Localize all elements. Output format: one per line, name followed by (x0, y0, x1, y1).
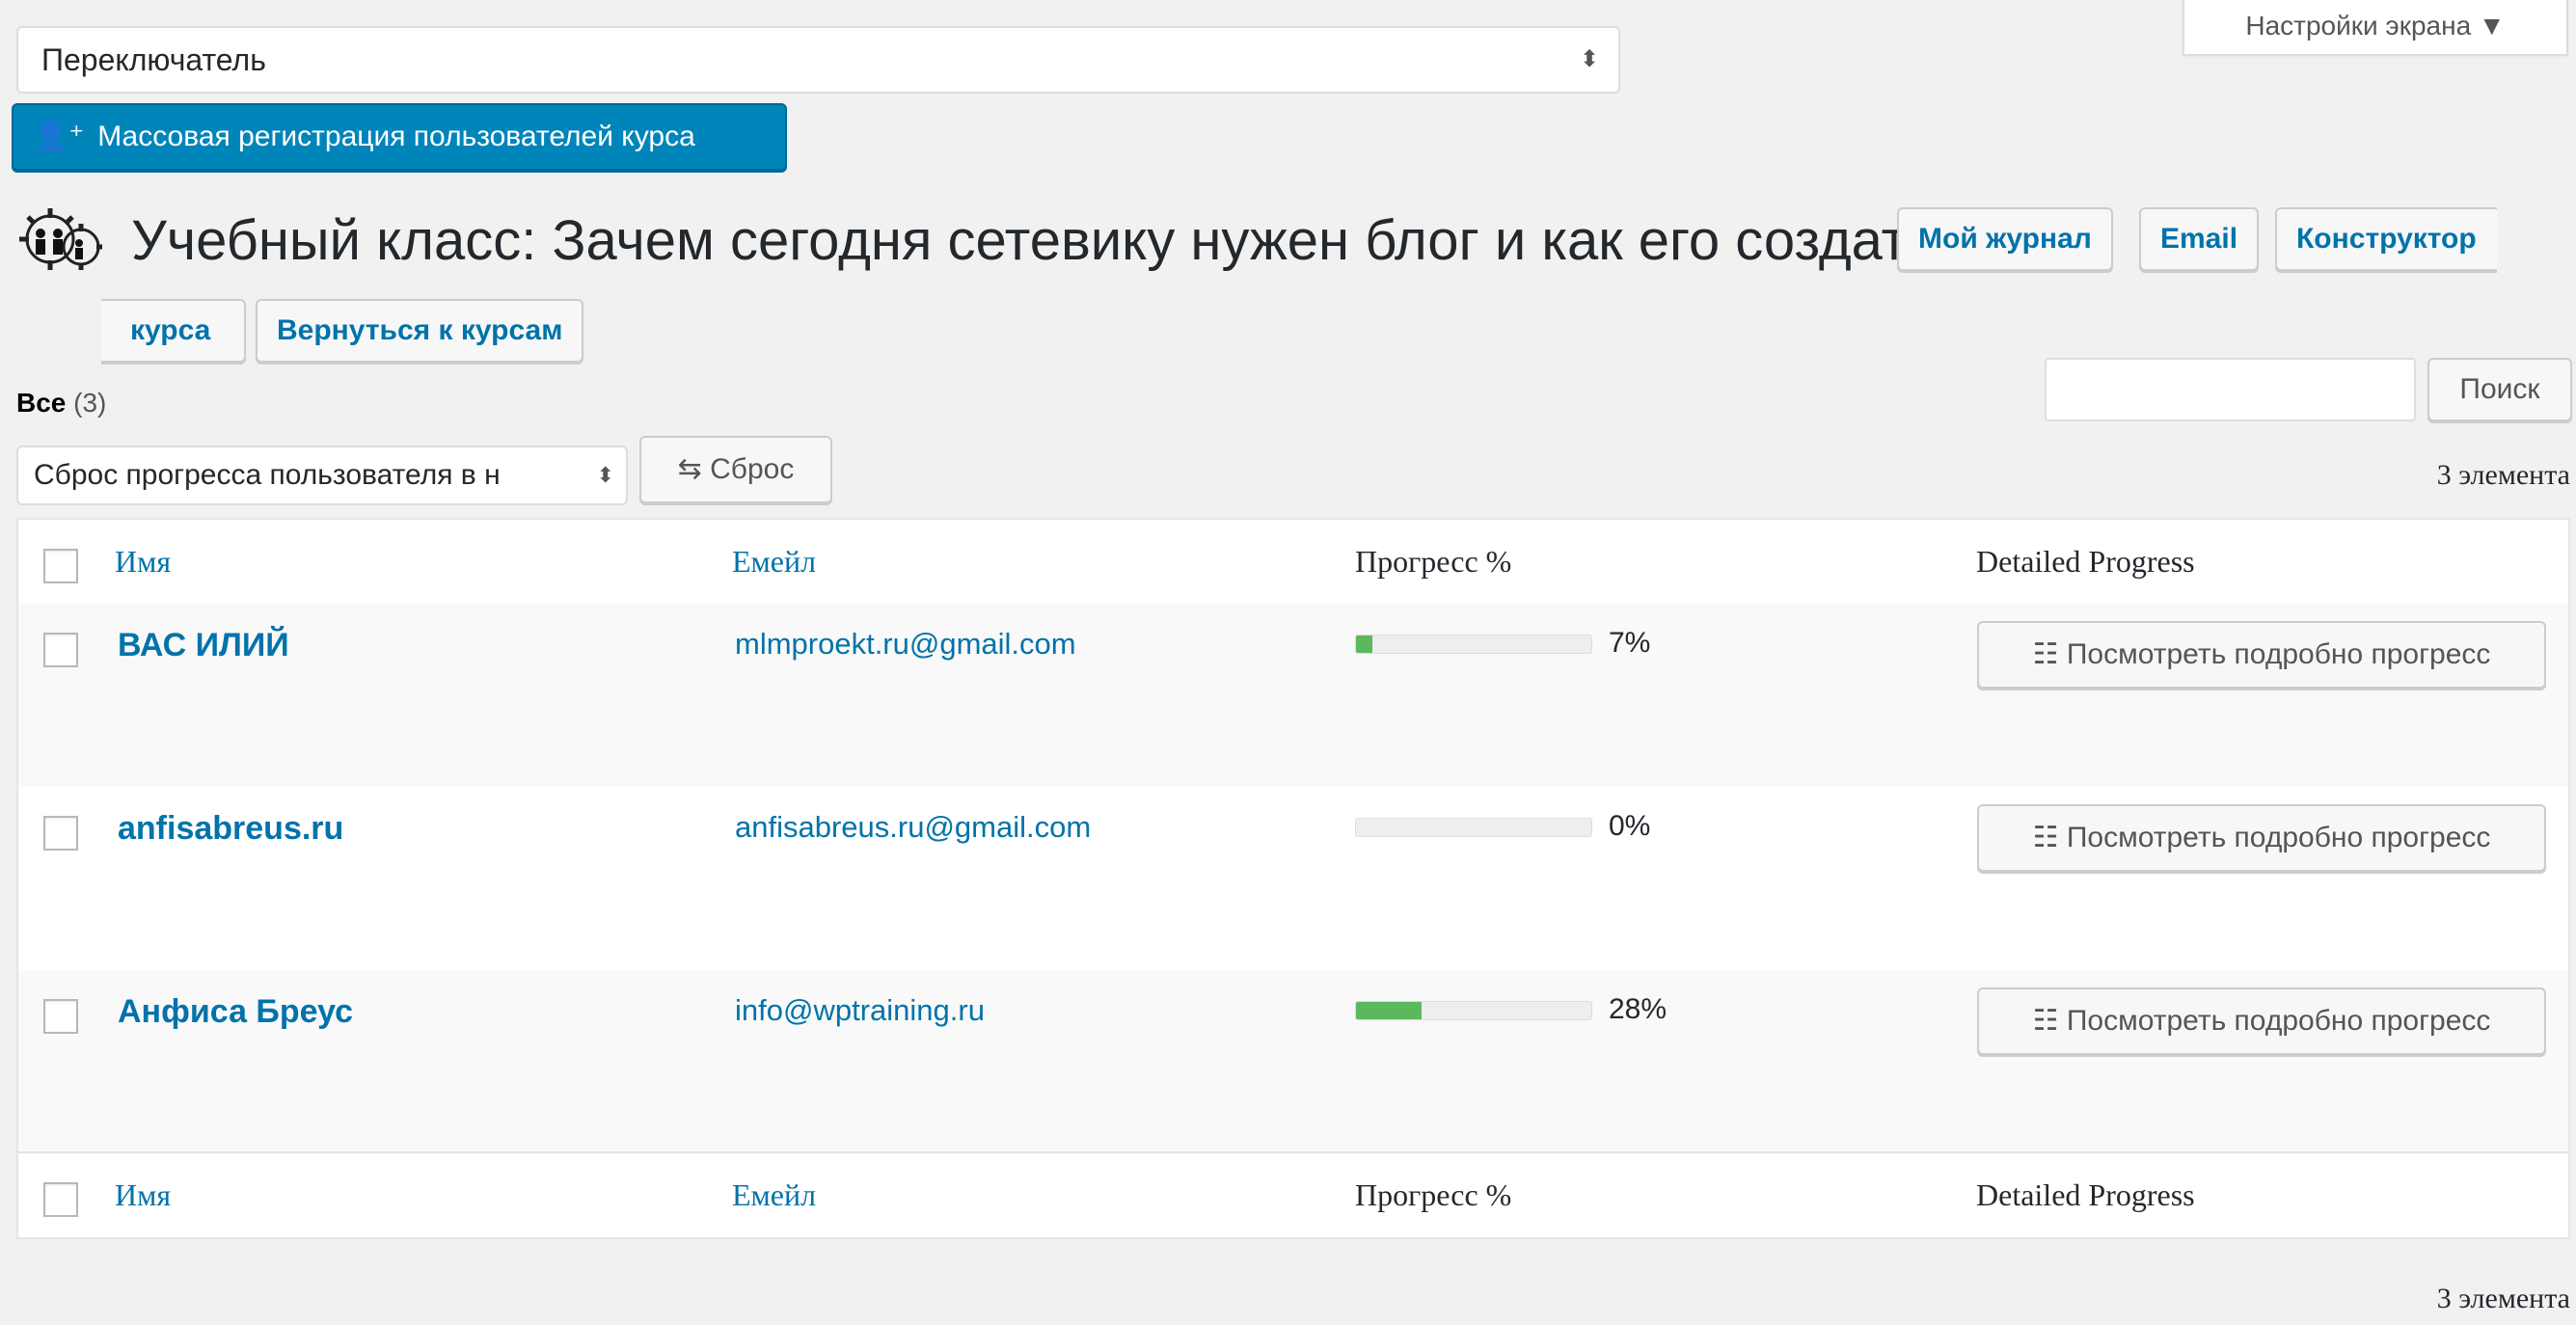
back-to-courses-button[interactable]: Вернуться к курсам (256, 299, 584, 363)
column-email[interactable]: Емейл (732, 520, 816, 604)
user-name-link[interactable]: ВАС ИЛИЙ (118, 627, 289, 664)
user-email-link[interactable]: info@wptraining.ru (735, 993, 985, 1028)
switcher-value: Переключатель (41, 42, 266, 77)
progress-bar (1355, 635, 1592, 654)
add-user-icon: 👤⁺ (33, 121, 85, 152)
my-journal-button[interactable]: Мой журнал (1897, 207, 2113, 271)
bulk-action-value: Сброс прогресса пользователя в н (34, 459, 501, 491)
users-table: Имя Емейл Прогресс % Detailed Progress В… (16, 518, 2570, 1239)
screen-options-button[interactable]: Настройки экрана ▼ (2183, 0, 2568, 56)
bulk-register-label: Массовая регистрация пользователей курса (97, 121, 695, 152)
checklist-icon: ☷ (2032, 1005, 2059, 1037)
email-button[interactable]: Email (2139, 207, 2260, 271)
course-builder-button-cont[interactable]: курса (101, 299, 246, 363)
column-name[interactable]: Имя (115, 520, 171, 604)
user-name-link[interactable]: Анфиса Бреус (118, 993, 353, 1031)
page-title: Учебный класс: Зачем сегодня сетевику ну… (131, 209, 1952, 272)
view-detailed-progress-button[interactable]: ☷ Посмотреть подробно прогресс (1977, 987, 2546, 1055)
column-name-footer[interactable]: Имя (115, 1153, 171, 1237)
table-footer-row: Имя Емейл Прогресс % Detailed Progress (18, 1151, 2568, 1237)
checklist-icon: ☷ (2032, 638, 2059, 670)
select-arrows-icon: ⬍ (1579, 46, 1599, 72)
view-detailed-progress-button[interactable]: ☷ Посмотреть подробно прогресс (1977, 621, 2546, 689)
column-progress-footer: Прогресс % (1355, 1177, 1512, 1212)
user-name-link[interactable]: anfisabreus.ru (118, 810, 343, 848)
row-checkbox[interactable] (43, 816, 78, 851)
table-row: anfisabreus.ru anfisabreus.ru@gmail.com … (18, 787, 2568, 970)
select-all-checkbox[interactable] (43, 549, 78, 583)
course-builder-button[interactable]: Конструктор (2275, 207, 2497, 271)
search-button[interactable]: Поиск (2427, 358, 2572, 421)
row-checkbox[interactable] (43, 999, 78, 1034)
search-input[interactable] (2045, 358, 2416, 421)
column-detailed-progress-footer: Detailed Progress (1976, 1177, 2195, 1212)
progress-fill (1356, 635, 1373, 653)
column-progress: Прогресс % (1355, 544, 1512, 579)
all-filter-count: (3) (73, 388, 107, 418)
repeat-icon: ⇆ (677, 453, 702, 485)
bulk-action-select[interactable]: Сброс прогресса пользователя в н ⬍ (16, 446, 628, 505)
progress-bar (1355, 1001, 1592, 1020)
select-arrows-icon: ⬍ (592, 447, 614, 503)
progress-percent: 0% (1609, 810, 1651, 842)
table-row: ВАС ИЛИЙ mlmproekt.ru@gmail.com 7% ☷ Пос… (18, 604, 2568, 787)
table-header-row: Имя Емейл Прогресс % Detailed Progress (18, 520, 2568, 606)
reset-button[interactable]: ⇆ Сброс (639, 436, 832, 503)
user-email-link[interactable]: mlmproekt.ru@gmail.com (735, 627, 1076, 662)
progress-fill (1356, 1002, 1423, 1019)
column-email-footer[interactable]: Емейл (732, 1153, 816, 1237)
view-detailed-progress-label: Посмотреть подробно прогресс (2066, 638, 2491, 670)
checklist-icon: ☷ (2032, 822, 2059, 853)
progress-bar (1355, 818, 1592, 837)
view-detailed-progress-label: Посмотреть подробно прогресс (2066, 822, 2491, 853)
user-email-link[interactable]: anfisabreus.ru@gmail.com (735, 810, 1091, 845)
bulk-register-button[interactable]: 👤⁺ Массовая регистрация пользователей кур… (12, 103, 787, 171)
all-filter-label: Все (16, 388, 67, 418)
gear-people-logo-icon (19, 208, 102, 270)
column-detailed-progress: Detailed Progress (1976, 544, 2195, 579)
view-detailed-progress-label: Посмотреть подробно прогресс (2066, 1005, 2491, 1037)
reset-label: Сброс (710, 453, 795, 485)
row-checkbox[interactable] (43, 633, 78, 667)
switcher-select[interactable]: Переключатель ⬍ (16, 26, 1620, 94)
all-filter-link[interactable]: Все (3) (16, 388, 106, 419)
select-all-checkbox-footer[interactable] (43, 1182, 78, 1217)
items-count-top: 3 элемента (2436, 459, 2570, 491)
items-count-bottom: 3 элемента (2436, 1283, 2570, 1314)
progress-percent: 7% (1609, 627, 1651, 659)
progress-percent: 28% (1609, 993, 1668, 1025)
view-detailed-progress-button[interactable]: ☷ Посмотреть подробно прогресс (1977, 804, 2546, 872)
table-row: Анфиса Бреус info@wptraining.ru 28% ☷ По… (18, 970, 2568, 1153)
